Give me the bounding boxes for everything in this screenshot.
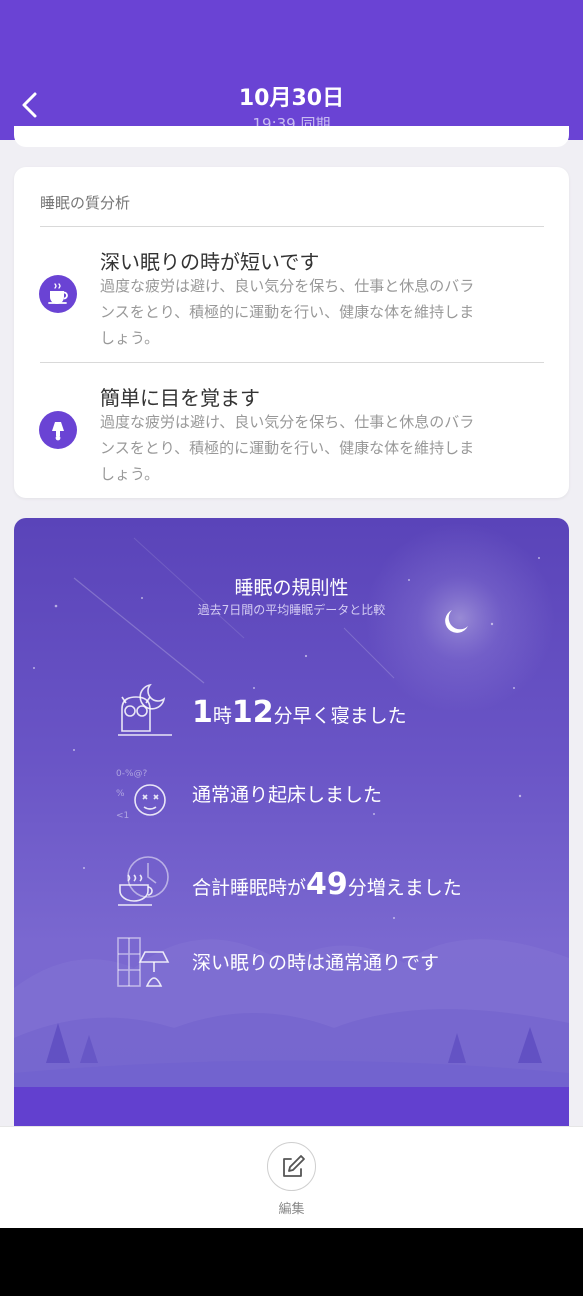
regularity-title: 睡眠の規則性 bbox=[234, 577, 349, 599]
svg-text:0-%@?: 0-%@? bbox=[116, 769, 148, 779]
previous-card-edge bbox=[14, 126, 569, 147]
regularity-text-part: 深い眠りの時は通常通りです bbox=[192, 952, 440, 974]
regularity-row: 深い眠りの時は通常通りです bbox=[114, 934, 534, 994]
quality-item-heading: 深い眠りの時が短いです bbox=[100, 250, 320, 274]
window-lamp-icon bbox=[117, 937, 170, 987]
edit-label: 編集 bbox=[278, 1202, 305, 1217]
regularity-row: 0-%@?% <1 通常通り起床しました bbox=[114, 766, 534, 826]
regularity-text-part: 時 bbox=[212, 705, 232, 727]
svg-text:<1: <1 bbox=[116, 811, 129, 821]
regularity-text-part: 分早く寝ました bbox=[273, 705, 407, 727]
regularity-text: 合計睡眠時が49分増えました bbox=[192, 867, 462, 902]
edit-button[interactable] bbox=[267, 1142, 316, 1191]
dizzy-face-icon: 0-%@?% <1 bbox=[116, 769, 166, 821]
regularity-subtitle: 過去7日間の平均睡眠データと比較 bbox=[197, 603, 386, 617]
regularity-text-part: 分増えました bbox=[347, 877, 462, 899]
section-title: 睡眠の質分析 bbox=[40, 194, 131, 212]
divider bbox=[40, 362, 544, 363]
quality-item-description: 過度な疲労は避け、良い気分を保ち、仕事と休息のバラ ンスをとり、積極的に運動を行… bbox=[100, 277, 475, 347]
sleep-quality-card: 睡眠の質分析 深い眠りの時が短いです 過度な疲労は避け、良い気分を保ち、仕事と休… bbox=[14, 167, 569, 498]
owl-moon-icon bbox=[118, 683, 172, 736]
regularity-text-part: 合計睡眠時が bbox=[192, 877, 307, 899]
coffee-clock-icon bbox=[118, 856, 169, 906]
page-title: 10月30日 bbox=[238, 86, 345, 111]
top-bar: 10月30日 19:39 同期 bbox=[0, 0, 583, 140]
quality-item-description: 過度な疲労は避け、良い気分を保ち、仕事と休息のバラ ンスをとり、積極的に運動を行… bbox=[100, 413, 475, 483]
regularity-value: 1 bbox=[192, 695, 213, 730]
regularity-value: 49 bbox=[306, 867, 348, 902]
regularity-text-part: 通常通り起床しました bbox=[192, 784, 383, 806]
bottom-toolbar: 編集 bbox=[0, 1126, 583, 1228]
lamp-icon bbox=[39, 411, 77, 449]
quality-item-heading: 簡単に目を覚ます bbox=[100, 386, 260, 410]
edit-icon bbox=[283, 1155, 305, 1177]
divider bbox=[40, 226, 544, 227]
card-bottom-band bbox=[14, 1087, 569, 1126]
regularity-text: 通常通り起床しました bbox=[192, 780, 382, 807]
regularity-row: 合計睡眠時が49分増えました bbox=[114, 853, 534, 913]
regularity-text: 深い眠りの時は通常通りです bbox=[192, 948, 439, 975]
sleep-regularity-card: 睡眠の規則性 過去7日間の平均睡眠データと比較 1時12分早く寝ました 0-%@… bbox=[14, 518, 569, 1126]
system-navigation-bar bbox=[0, 1228, 583, 1296]
regularity-value: 12 bbox=[231, 695, 274, 730]
regularity-row: 1時12分早く寝ました bbox=[114, 681, 534, 741]
regularity-text: 1時12分早く寝ました bbox=[192, 695, 407, 730]
svg-text:%: % bbox=[116, 789, 125, 799]
coffee-cup-icon bbox=[39, 275, 77, 313]
